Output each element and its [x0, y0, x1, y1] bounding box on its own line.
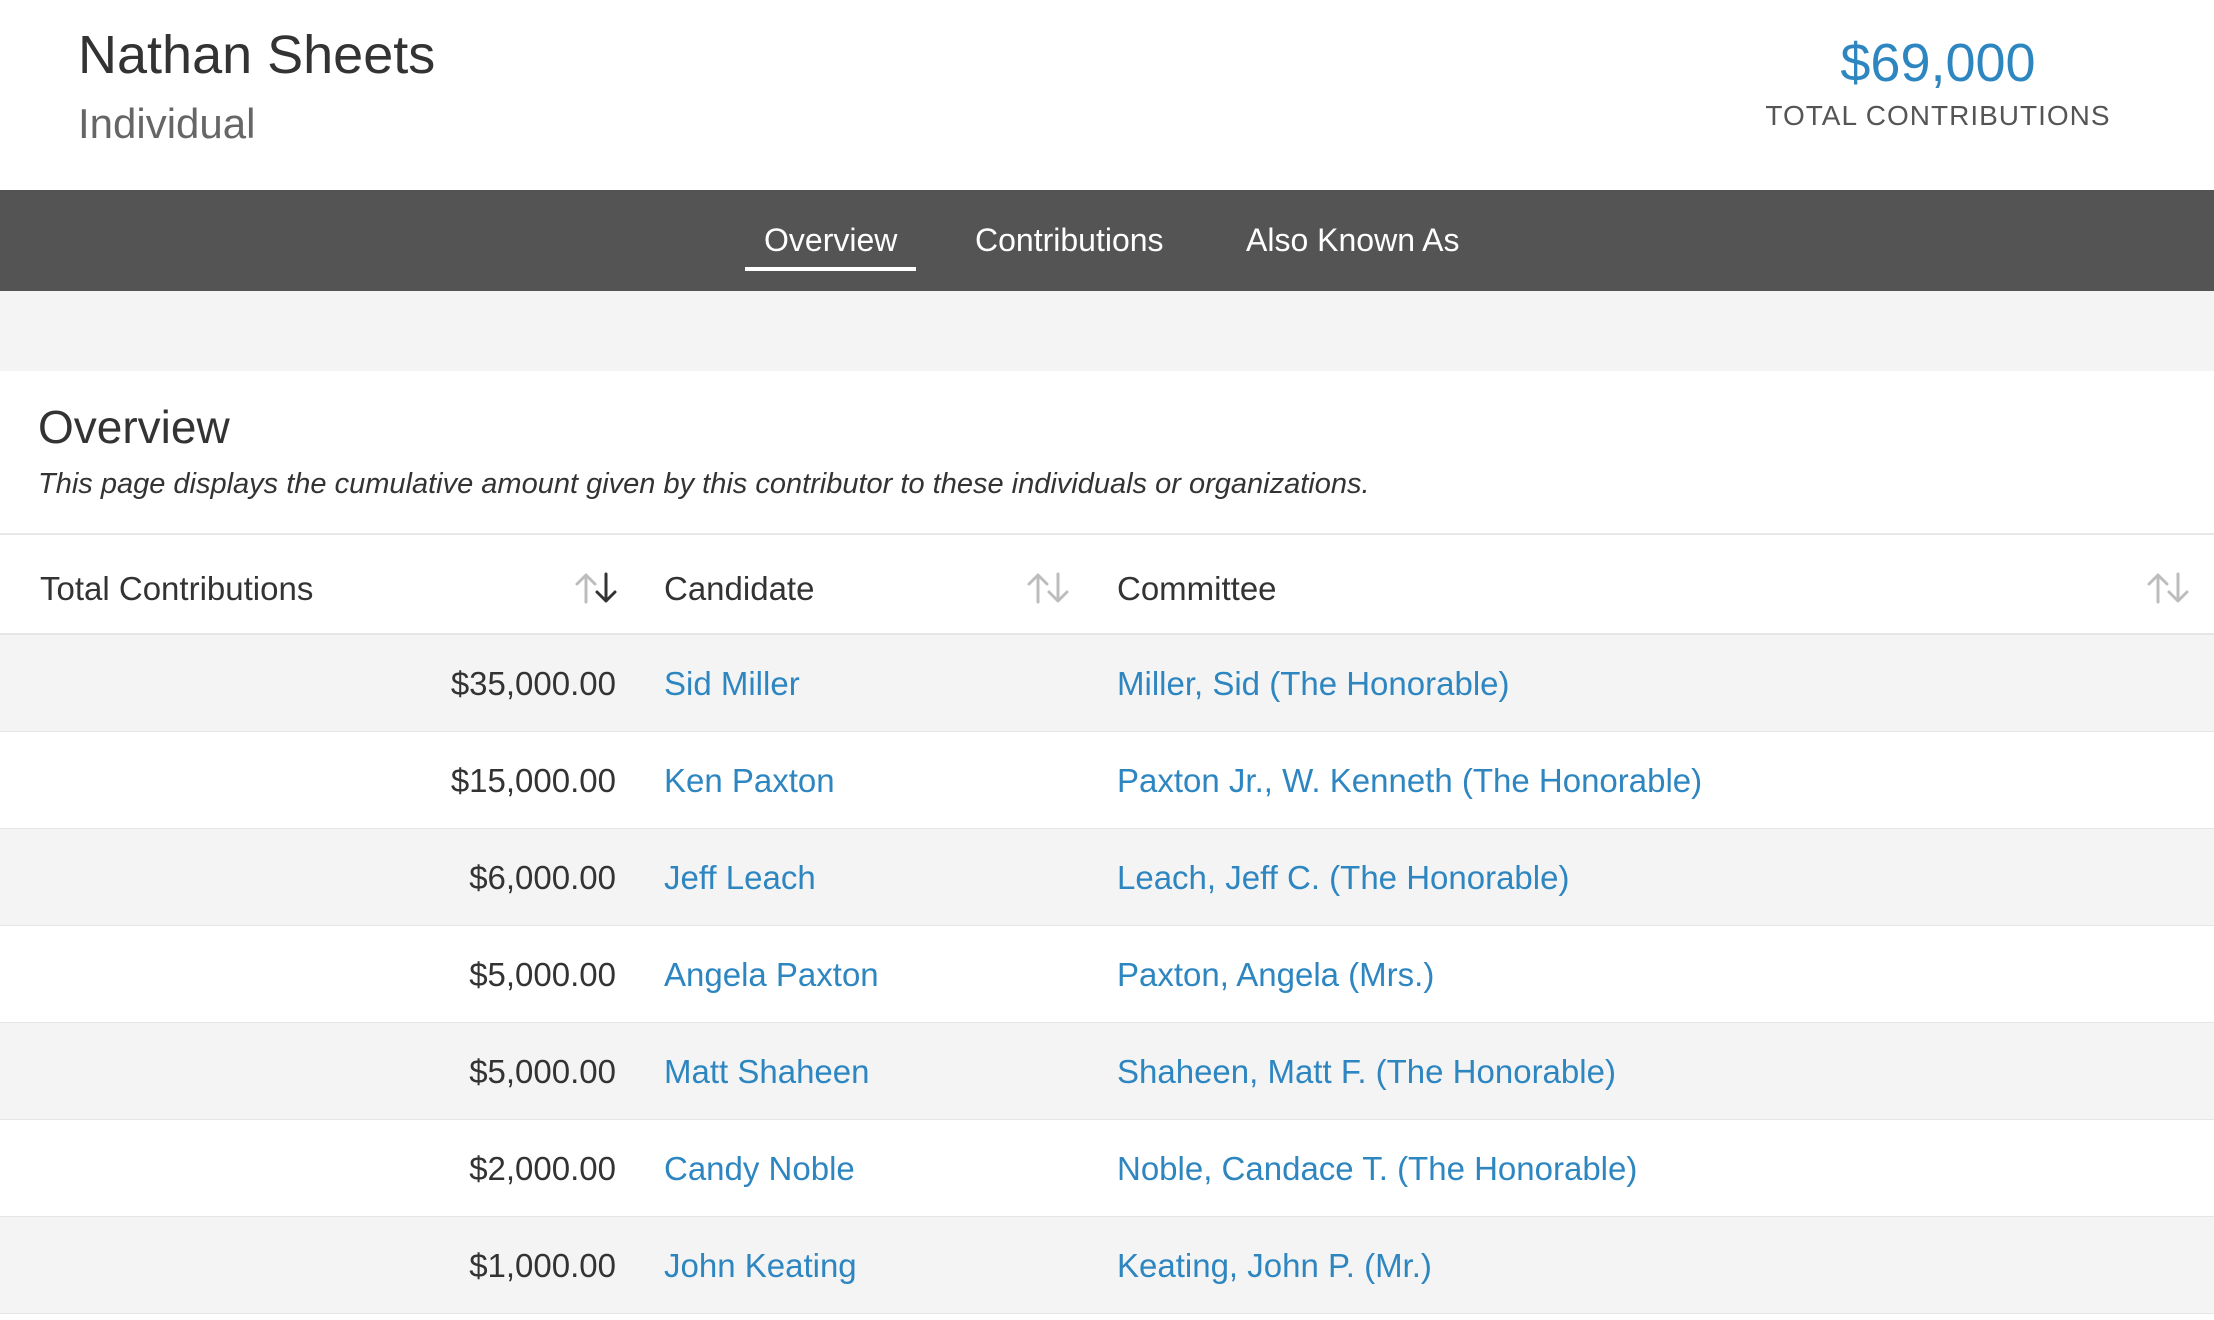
spacer-band [0, 291, 2214, 371]
row-amount: $15,000.00 [450, 762, 616, 799]
contributions-table: Total Contributions Candidate Committee … [0, 535, 2214, 1314]
row-committee-link[interactable]: Paxton, Angela (Mrs.) [1117, 926, 1434, 1023]
row-amount: $5,000.00 [469, 956, 616, 993]
row-candidate-link[interactable]: Ken Paxton [664, 732, 835, 829]
contributor-type: Individual [78, 100, 256, 147]
column-header-candidate[interactable]: Candidate [664, 535, 814, 635]
row-committee-link[interactable]: Leach, Jeff C. (The Honorable) [1117, 829, 1569, 926]
total-contributions-summary: $69,000 TOTAL CONTRIBUTIONS [1740, 32, 2136, 132]
row-candidate-link[interactable]: Matt Shaheen [664, 1023, 869, 1120]
row-candidate-link[interactable]: Candy Noble [664, 1120, 855, 1217]
table-row: $15,000.00 Ken Paxton Paxton Jr., W. Ken… [0, 732, 2214, 829]
table-row: $35,000.00 Sid Miller Miller, Sid (The H… [0, 635, 2214, 732]
row-candidate-link[interactable]: Angela Paxton [664, 926, 879, 1023]
row-committee-link[interactable]: Shaheen, Matt F. (The Honorable) [1117, 1023, 1616, 1120]
row-candidate-link[interactable]: John Keating [664, 1217, 857, 1314]
table-row: $5,000.00 Matt Shaheen Shaheen, Matt F. … [0, 1023, 2214, 1120]
row-amount: $5,000.00 [469, 1053, 616, 1090]
section-description: This page displays the cumulative amount… [38, 468, 1370, 500]
table-header: Total Contributions Candidate Committee [0, 535, 2214, 635]
tab-contributions[interactable]: Contributions [975, 190, 1164, 291]
row-candidate-link[interactable]: Sid Miller [664, 635, 800, 732]
sort-icon[interactable] [1024, 571, 1072, 605]
column-header-total-contributions[interactable]: Total Contributions [40, 535, 313, 635]
sort-desc-icon[interactable] [572, 571, 620, 605]
row-committee-link[interactable]: Keating, John P. (Mr.) [1117, 1217, 1432, 1314]
row-committee-link[interactable]: Noble, Candace T. (The Honorable) [1117, 1120, 1637, 1217]
row-amount: $2,000.00 [469, 1150, 616, 1187]
total-contributions-label: TOTAL CONTRIBUTIONS [1765, 100, 2111, 131]
total-contributions-amount: $69,000 [1840, 33, 2036, 93]
row-amount: $35,000.00 [450, 665, 616, 702]
sort-icon[interactable] [2144, 571, 2192, 605]
row-amount: $6,000.00 [469, 859, 616, 896]
column-header-committee[interactable]: Committee [1117, 535, 1277, 635]
table-row: $5,000.00 Angela Paxton Paxton, Angela (… [0, 926, 2214, 1023]
table-row: $1,000.00 John Keating Keating, John P. … [0, 1217, 2214, 1314]
row-committee-link[interactable]: Miller, Sid (The Honorable) [1117, 635, 1510, 732]
row-candidate-link[interactable]: Jeff Leach [664, 829, 816, 926]
section-title: Overview [38, 401, 230, 453]
profile-header: Nathan Sheets Individual $69,000 TOTAL C… [0, 0, 2214, 190]
row-committee-link[interactable]: Paxton Jr., W. Kenneth (The Honorable) [1117, 732, 1702, 829]
tab-overview[interactable]: Overview [744, 190, 917, 291]
row-amount: $1,000.00 [469, 1247, 616, 1284]
table-row: $6,000.00 Jeff Leach Leach, Jeff C. (The… [0, 829, 2214, 926]
profile-tabs: Overview Contributions Also Known As [0, 190, 2214, 291]
contributor-name: Nathan Sheets [78, 25, 436, 85]
table-row: $2,000.00 Candy Noble Noble, Candace T. … [0, 1120, 2214, 1217]
tab-also-known-as[interactable]: Also Known As [1246, 190, 1459, 291]
